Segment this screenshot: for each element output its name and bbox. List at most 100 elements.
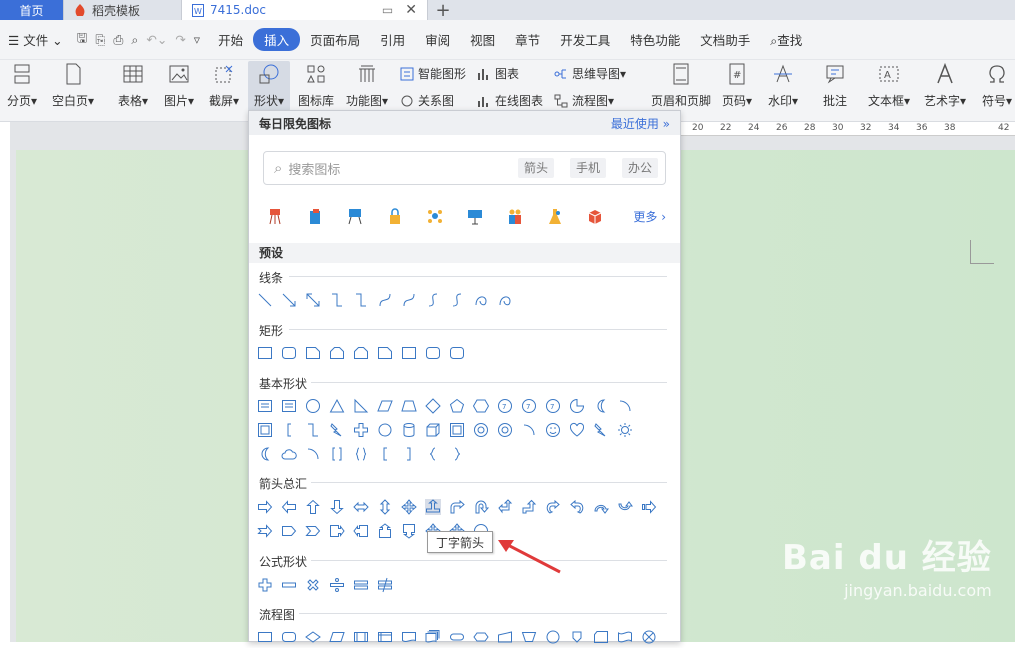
- rbr-shape-icon[interactable]: [401, 446, 417, 462]
- notch-shape-icon[interactable]: [257, 523, 273, 539]
- frame-shape-icon[interactable]: [257, 422, 273, 438]
- menu-review[interactable]: 审阅: [415, 30, 460, 49]
- fminus-shape-icon[interactable]: [281, 577, 297, 593]
- curve-shape-icon[interactable]: [377, 292, 393, 308]
- watermark-button[interactable]: 水印▾: [766, 62, 800, 109]
- menu-reference[interactable]: 引用: [370, 30, 415, 49]
- tab-document[interactable]: W 7415.doc ▭ ✕: [182, 0, 428, 20]
- menu-insert[interactable]: 插入: [253, 28, 301, 51]
- oct-shape-icon[interactable]: 7: [545, 398, 561, 414]
- building-icon[interactable]: [307, 207, 323, 225]
- bent-shape-icon[interactable]: [449, 499, 465, 515]
- textbox-shape-icon[interactable]: [281, 398, 297, 414]
- stra-shape-icon[interactable]: [641, 499, 657, 515]
- smile-shape-icon[interactable]: [545, 422, 561, 438]
- rrect-shape-icon[interactable]: [425, 345, 441, 361]
- lbr-shape-icon[interactable]: [281, 422, 297, 438]
- moonL-shape-icon[interactable]: [257, 446, 273, 462]
- pie-shape-icon[interactable]: [569, 398, 585, 414]
- tee-arrow-icon[interactable]: [425, 499, 441, 515]
- lbr-shape-icon[interactable]: [377, 446, 393, 462]
- redo-icon[interactable]: ↷: [171, 32, 189, 47]
- menu-start[interactable]: 开始: [208, 30, 253, 49]
- fdiv-shape-icon[interactable]: [329, 577, 345, 593]
- lup-shape-icon[interactable]: [497, 499, 513, 515]
- menu-layout[interactable]: 页面布局: [300, 30, 370, 49]
- page-number-button[interactable]: # 页码▾: [720, 62, 754, 109]
- file-menu[interactable]: 文件: [23, 33, 48, 48]
- lra-shape-icon[interactable]: [353, 499, 369, 515]
- close-tab-icon[interactable]: ✕: [405, 2, 417, 18]
- team-icon[interactable]: [507, 207, 523, 225]
- mind-map-button[interactable]: 思维导图 ▾: [554, 65, 626, 82]
- shape-button[interactable]: 形状▾: [248, 61, 290, 111]
- fcon-shape-icon[interactable]: [545, 629, 561, 645]
- fdec-shape-icon[interactable]: [305, 629, 321, 645]
- feq-shape-icon[interactable]: [353, 577, 369, 593]
- header-footer-button[interactable]: 页眉和页脚: [650, 62, 712, 109]
- flowchart-button[interactable]: 流程图 ▾: [554, 92, 614, 109]
- rtri-shape-icon[interactable]: [353, 398, 369, 414]
- function-chart-button[interactable]: 功能图▾: [344, 62, 390, 109]
- bolt-shape-icon[interactable]: [593, 422, 609, 438]
- uda-shape-icon[interactable]: [377, 499, 393, 515]
- ucall-shape-icon[interactable]: [377, 523, 393, 539]
- oct-shape-icon[interactable]: 7: [497, 398, 513, 414]
- cyl-shape-icon[interactable]: [401, 422, 417, 438]
- icon-search-input[interactable]: ⌕ 搜索图标 箭头 手机 办公: [263, 151, 666, 185]
- uturn-shape-icon[interactable]: [473, 499, 490, 515]
- fman-shape-icon[interactable]: [497, 629, 513, 645]
- falt-shape-icon[interactable]: [281, 629, 297, 645]
- cra-shape-icon[interactable]: [545, 499, 561, 515]
- save-icon[interactable]: 🖫: [73, 29, 92, 50]
- symbol-button[interactable]: 符号▾: [980, 62, 1014, 109]
- da-shape-icon[interactable]: [329, 499, 345, 515]
- heart-shape-icon[interactable]: [569, 422, 585, 438]
- elbow-shape-icon[interactable]: [305, 422, 321, 438]
- chart-button[interactable]: 图表: [477, 65, 519, 82]
- ua-shape-icon[interactable]: [305, 499, 321, 515]
- screenshot-button[interactable]: 截屏▾: [206, 62, 242, 109]
- elbow-shape-icon[interactable]: [329, 292, 345, 308]
- icon-library-button[interactable]: 图标库: [297, 62, 335, 109]
- network-icon[interactable]: [427, 207, 443, 225]
- fmop-shape-icon[interactable]: [521, 629, 537, 645]
- menu-view[interactable]: 视图: [460, 30, 505, 49]
- ftimes-shape-icon[interactable]: [305, 577, 321, 593]
- fplus-shape-icon[interactable]: [257, 577, 273, 593]
- fpre-shape-icon[interactable]: [353, 629, 369, 645]
- more-dropdown-icon[interactable]: ▿: [190, 32, 208, 47]
- lab-icon[interactable]: [547, 207, 563, 225]
- podium-icon[interactable]: [267, 207, 283, 225]
- rect-shape-icon[interactable]: [401, 345, 417, 361]
- fdoc-shape-icon[interactable]: [401, 629, 417, 645]
- rcall-shape-icon[interactable]: [329, 523, 345, 539]
- undo-icon[interactable]: ↶⌄: [142, 32, 171, 47]
- scurve-shape-icon[interactable]: [425, 292, 441, 308]
- picture-button[interactable]: 图片▾: [162, 62, 196, 109]
- tab-daoke-template[interactable]: 稻壳模板: [64, 0, 182, 20]
- easel-icon[interactable]: [347, 207, 363, 225]
- sun-shape-icon[interactable]: [617, 422, 633, 438]
- lcb-shape-icon[interactable]: [425, 446, 441, 462]
- table-button[interactable]: 表格▾: [116, 62, 150, 109]
- rcb-shape-icon[interactable]: [449, 446, 465, 462]
- vertical-ruler[interactable]: [0, 138, 10, 642]
- menu-features[interactable]: 特色功能: [620, 30, 690, 49]
- page-break-button[interactable]: 分页▾: [4, 62, 40, 109]
- tri-shape-icon[interactable]: [329, 398, 345, 414]
- relation-graph-button[interactable]: 关系图: [400, 92, 454, 109]
- search-tag-office[interactable]: 办公: [622, 158, 659, 178]
- smart-graphic-button[interactable]: 智能图形: [400, 65, 466, 82]
- la-shape-icon[interactable]: [281, 499, 297, 515]
- rrect-shape-icon[interactable]: [281, 345, 297, 361]
- oct-shape-icon[interactable]: 7: [521, 398, 537, 414]
- lock-icon[interactable]: [387, 207, 403, 225]
- textbox-shape-icon[interactable]: [257, 398, 273, 414]
- menu-assistant[interactable]: 文档助手: [690, 30, 760, 49]
- hamburger-menu-icon[interactable]: ☰ 文件 ⌄: [0, 30, 73, 49]
- fcon-shape-icon[interactable]: [377, 422, 393, 438]
- line-shape-icon[interactable]: [257, 292, 273, 308]
- search-tag-phone[interactable]: 手机: [570, 158, 607, 178]
- rrect-shape-icon[interactable]: [449, 345, 465, 361]
